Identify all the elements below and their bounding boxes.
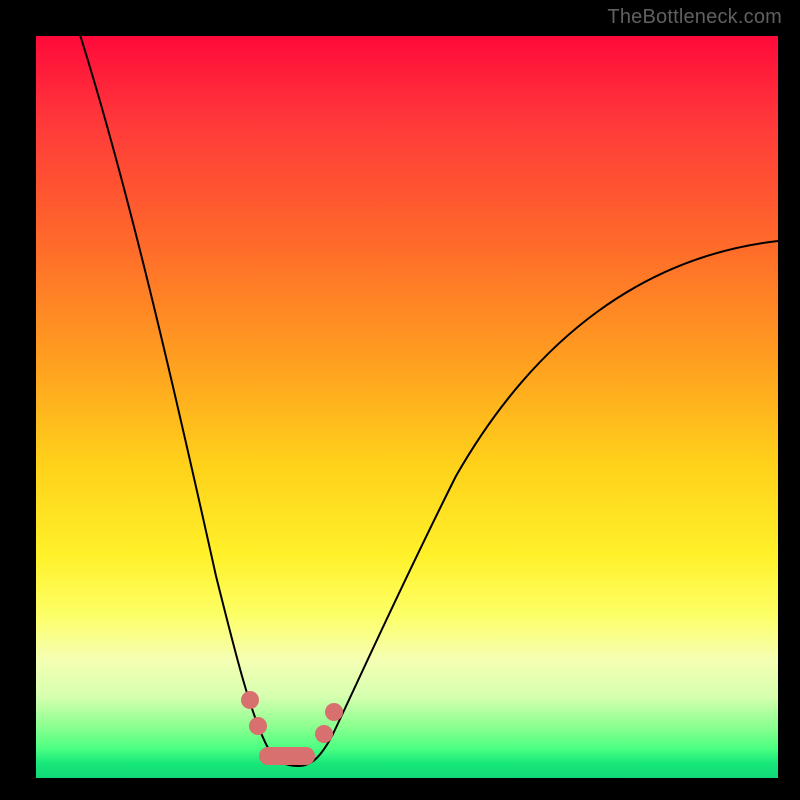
watermark-text: TheBottleneck.com [607, 6, 782, 29]
bottleneck-curve [36, 36, 778, 778]
curve-line [74, 36, 778, 766]
chart-frame: TheBottleneck.com [0, 0, 800, 800]
plot-area [36, 36, 778, 778]
